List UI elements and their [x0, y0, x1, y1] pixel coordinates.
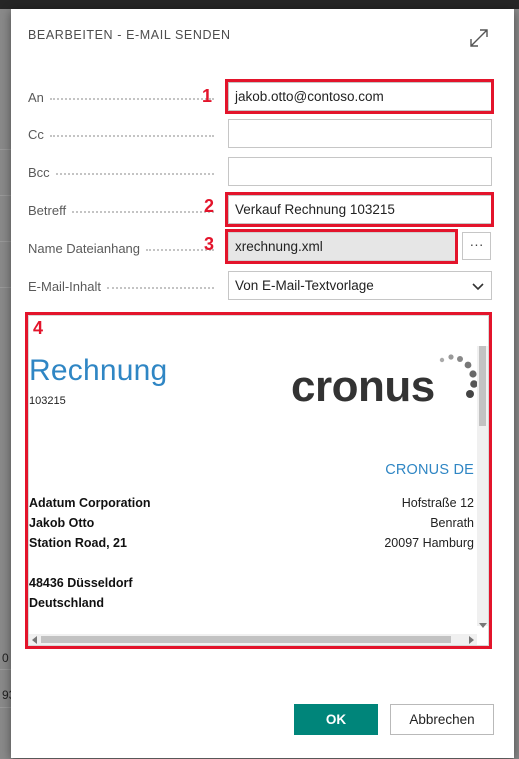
body-source-select[interactable]: Von E-Mail-Textvorlage	[228, 271, 492, 300]
marker-number: 4	[33, 318, 44, 338]
marker-number: 2	[204, 196, 215, 216]
highlight-box-subject	[225, 192, 494, 227]
highlight-box-to	[225, 79, 494, 114]
chevron-down-icon	[472, 283, 484, 291]
highlight-box-preview	[25, 312, 492, 649]
app-header-bar	[0, 0, 519, 9]
dialog-title: BEARBEITEN - E-MAIL SENDEN	[28, 28, 231, 42]
cc-input[interactable]	[228, 119, 492, 148]
attachment-label: Name Dateianhang	[28, 238, 218, 258]
email-dialog: BEARBEITEN - E-MAIL SENDEN An jakob.otto…	[11, 9, 514, 758]
background-text-fragment: 0	[2, 651, 9, 665]
cc-label: Cc	[28, 124, 218, 144]
subject-label: Betreff	[28, 200, 218, 220]
marker-number: 3	[204, 234, 215, 254]
to-label: An	[28, 87, 218, 107]
attachment-lookup-button[interactable]: ···	[462, 232, 491, 260]
bcc-label: Bcc	[28, 162, 218, 182]
marker-number: 1	[202, 86, 213, 106]
bcc-input[interactable]	[228, 157, 492, 186]
highlight-box-attachment	[225, 229, 458, 264]
ok-button[interactable]: OK	[294, 704, 378, 735]
body-source-label: E-Mail-Inhalt	[28, 276, 218, 296]
expand-icon[interactable]	[467, 26, 491, 50]
cancel-button[interactable]: Abbrechen	[390, 704, 494, 735]
